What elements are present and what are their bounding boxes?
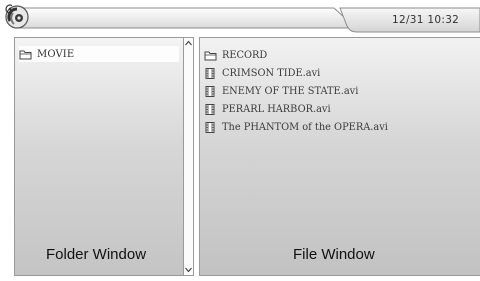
file-row-video[interactable]: The PHANTOM of the OPERA.avi (204, 118, 388, 136)
file-row-video[interactable]: PERARL HARBOR.avi (204, 100, 388, 118)
status-indicator-icon (5, 4, 12, 14)
file-row-label: RECORD (222, 49, 268, 61)
folder-window: MOVIE Folder Window (14, 37, 184, 276)
folder-icon (204, 51, 217, 60)
folder-item-label: MOVIE (37, 48, 75, 60)
file-row-video[interactable]: CRIMSON TIDE.avi (204, 64, 388, 82)
file-row-label: The PHANTOM of the OPERA.avi (222, 121, 388, 133)
folder-scrollbar[interactable] (183, 37, 194, 276)
file-row-label: PERARL HARBOR.avi (222, 103, 331, 115)
film-icon (205, 121, 215, 133)
scroll-up-icon[interactable] (185, 40, 192, 47)
film-icon (205, 85, 215, 97)
scroll-down-icon[interactable] (185, 266, 192, 273)
top-bar: 12/31 10:32 (4, 4, 480, 34)
file-window: RECORD CRIMSON TIDE.avi ENEMY OF THE STA… (199, 37, 480, 276)
file-row-label: CRIMSON TIDE.avi (222, 67, 321, 79)
device-screen: 12/31 10:32 MOVIE Folder Window RECORD C… (0, 0, 480, 281)
datetime-display: 12/31 10:32 (392, 14, 460, 26)
folder-item-movie[interactable]: MOVIE (19, 46, 179, 62)
file-window-caption: File Window (293, 246, 375, 263)
folder-window-caption: Folder Window (46, 246, 147, 263)
film-icon (205, 67, 215, 79)
file-row-video[interactable]: ENEMY OF THE STATE.avi (204, 82, 388, 100)
file-row-record[interactable]: RECORD (204, 46, 388, 64)
file-list: RECORD CRIMSON TIDE.avi ENEMY OF THE STA… (204, 46, 388, 136)
folder-icon (19, 50, 32, 59)
film-icon (205, 103, 215, 115)
file-row-label: ENEMY OF THE STATE.avi (222, 85, 359, 97)
